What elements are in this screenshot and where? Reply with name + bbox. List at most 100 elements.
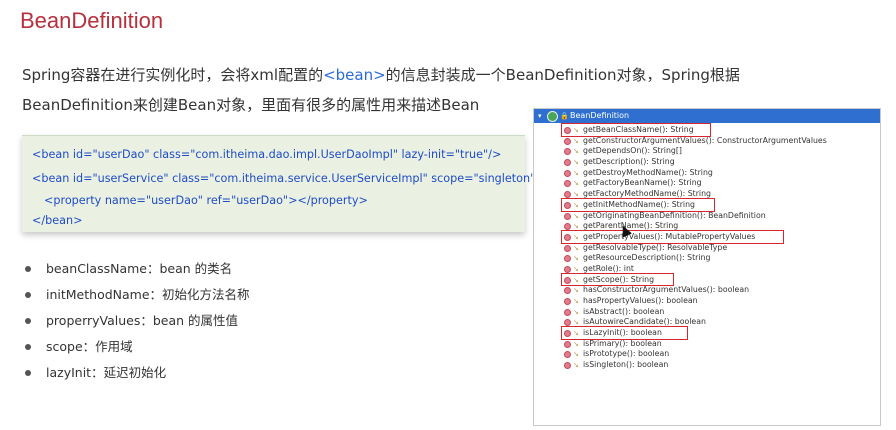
- abstract-marker-icon: ↘: [573, 361, 579, 370]
- abstract-marker-icon: ↘: [573, 307, 579, 316]
- method-icon: [564, 255, 571, 263]
- intro-line-1: Spring容器在进行实例化时，会将xml配置的<bean>的信息封装成一个Be…: [22, 60, 822, 90]
- method-icon: [564, 340, 571, 348]
- method-icon: [564, 148, 571, 156]
- method-signature: getDependsOn(): String[]: [583, 146, 682, 156]
- method-row[interactable]: ↘ isPrototype(): boolean: [534, 349, 880, 360]
- method-row[interactable]: ↘ getOriginatingBeanDefinition(): BeanDef…: [534, 211, 880, 222]
- abstract-marker-icon: ↘: [573, 168, 579, 177]
- abstract-marker-icon: ↘: [573, 158, 579, 167]
- code-value: "userDao": [145, 194, 203, 207]
- property-list: beanClassName：bean 的类名 initMethodName：初始…: [22, 256, 250, 386]
- list-item-text: initMethodName：初始化方法名称: [46, 287, 250, 302]
- abstract-marker-icon: ↘: [573, 243, 579, 252]
- code-attr: id=: [72, 148, 93, 161]
- code-line-4: </bean>: [32, 214, 83, 227]
- code-tag: <bean: [32, 172, 73, 185]
- method-icon: [564, 212, 571, 220]
- code-value: "singleton": [473, 172, 536, 185]
- method-row[interactable]: ↘ isSingleton(): boolean: [534, 360, 880, 371]
- code-value: "userService": [92, 172, 169, 185]
- method-signature: hasConstructorArgumentValues(): boolean: [583, 285, 750, 295]
- method-signature: getDestroyMethodName(): String: [583, 167, 713, 177]
- highlight-box: [561, 326, 688, 340]
- code-value: "com.itheima.dao.impl.UserDaoImpl": [190, 148, 398, 161]
- interface-name: BeanDefinition: [570, 111, 630, 120]
- code-value: "userDao": [231, 194, 289, 207]
- intro-bean-tag: <bean>: [323, 66, 386, 84]
- intro-line-1-suffix: 的信息封装成一个BeanDefinition对象，Spring根据: [385, 66, 740, 84]
- list-item-text: properryValues：bean 的属性值: [46, 313, 239, 328]
- method-icon: [564, 287, 571, 295]
- code-line-2: <bean id="userService" class="com.itheim…: [32, 172, 545, 185]
- code-attr: class=: [149, 148, 191, 161]
- highlight-box: [561, 272, 674, 287]
- list-item: beanClassName：bean 的类名: [22, 256, 250, 282]
- method-signature: getResolvableType(): ResolvableType: [583, 242, 728, 252]
- code-value: "userDao": [92, 148, 150, 161]
- abstract-marker-icon: ↘: [573, 254, 579, 263]
- code-line-3: <property name="userDao" ref="userDao"><…: [44, 194, 368, 207]
- method-icon: [564, 180, 571, 188]
- bullet-icon: [25, 344, 31, 350]
- method-signature: getDescription(): String: [583, 157, 675, 167]
- highlight-box: [561, 230, 785, 244]
- method-icon: [564, 159, 571, 167]
- list-item-text: lazyInit：延迟初始化: [46, 365, 167, 380]
- method-signature: getConstructorArgumentValues(): Construc…: [583, 135, 827, 145]
- method-row[interactable]: ↘ getResourceDescription(): String: [534, 253, 880, 264]
- method-row[interactable]: ↘ getFactoryBeanName(): String: [534, 178, 880, 189]
- code-attr: class=: [168, 172, 210, 185]
- method-row[interactable]: ↘ isPrimary(): boolean: [534, 339, 880, 350]
- method-signature: getOriginatingBeanDefinition(): BeanDefi…: [583, 210, 766, 220]
- bullet-icon: [25, 292, 31, 298]
- method-row[interactable]: ↘ getResolvableType(): ResolvableType: [534, 243, 880, 254]
- lock-icon: 🔒: [560, 112, 569, 120]
- method-icon: [564, 308, 571, 316]
- bullet-icon: [25, 318, 31, 324]
- method-row[interactable]: ↘ hasPropertyValues(): boolean: [534, 296, 880, 307]
- list-item: lazyInit：延迟初始化: [22, 360, 250, 386]
- method-signature: isPrimary(): boolean: [583, 338, 662, 348]
- method-signature: getFactoryBeanName(): String: [583, 178, 702, 188]
- code-attr: ref=: [202, 194, 232, 207]
- page-title: BeanDefinition: [20, 8, 164, 33]
- method-row[interactable]: ↘ getConstructorArgumentValues(): Constru…: [534, 136, 880, 147]
- list-item-text: scope：作用域: [46, 339, 133, 354]
- abstract-marker-icon: ↘: [573, 286, 579, 295]
- ide-structure-panel: ▾ 🔒 BeanDefinition ↘ getBeanClassName(): …: [533, 108, 881, 426]
- expand-arrow-icon[interactable]: ▾: [538, 109, 542, 123]
- xml-code-block: <bean id="userDao" class="com.itheima.da…: [22, 135, 545, 232]
- method-row[interactable]: ↘ hasConstructorArgumentValues(): boolean: [534, 285, 880, 296]
- list-item: properryValues：bean 的属性值: [22, 308, 250, 334]
- method-row[interactable]: ↘ isAbstract(): boolean: [534, 307, 880, 318]
- method-row[interactable]: ↘ getDependsOn(): String[]: [534, 146, 880, 157]
- code-tag: <property: [44, 194, 105, 207]
- method-signature: isPrototype(): boolean: [583, 349, 670, 359]
- code-attr: name=: [104, 194, 146, 207]
- code-value: "com.itheima.service.UserServiceImpl": [209, 172, 428, 185]
- method-signature: hasPropertyValues(): boolean: [583, 296, 698, 305]
- abstract-marker-icon: ↘: [573, 339, 579, 348]
- code-attr: scope=: [427, 172, 474, 185]
- method-signature: isAbstract(): boolean: [583, 306, 665, 316]
- ide-tree-root[interactable]: ▾ 🔒 BeanDefinition: [534, 109, 880, 123]
- method-signature: getResourceDescription(): String: [583, 253, 711, 263]
- code-value: "true": [454, 148, 489, 161]
- code-attr: id=: [72, 172, 93, 185]
- intro-line-1-prefix: Spring容器在进行实例化时，会将xml配置的: [22, 66, 324, 84]
- method-icon: [564, 137, 571, 145]
- list-item: initMethodName：初始化方法名称: [22, 282, 250, 308]
- method-signature: isSingleton(): boolean: [583, 360, 669, 370]
- highlight-box: [561, 197, 716, 212]
- code-tag: <bean: [32, 148, 73, 161]
- method-icon: [564, 169, 571, 177]
- method-icon: [564, 351, 571, 359]
- code-tag: />: [488, 148, 502, 161]
- method-row[interactable]: ↘ getDescription(): String: [534, 157, 880, 168]
- abstract-marker-icon: ↘: [573, 147, 579, 156]
- code-attr: lazy-init=: [397, 148, 455, 161]
- method-row[interactable]: ↘ getDestroyMethodName(): String: [534, 168, 880, 179]
- method-icon: [564, 362, 571, 370]
- abstract-marker-icon: ↘: [573, 350, 579, 359]
